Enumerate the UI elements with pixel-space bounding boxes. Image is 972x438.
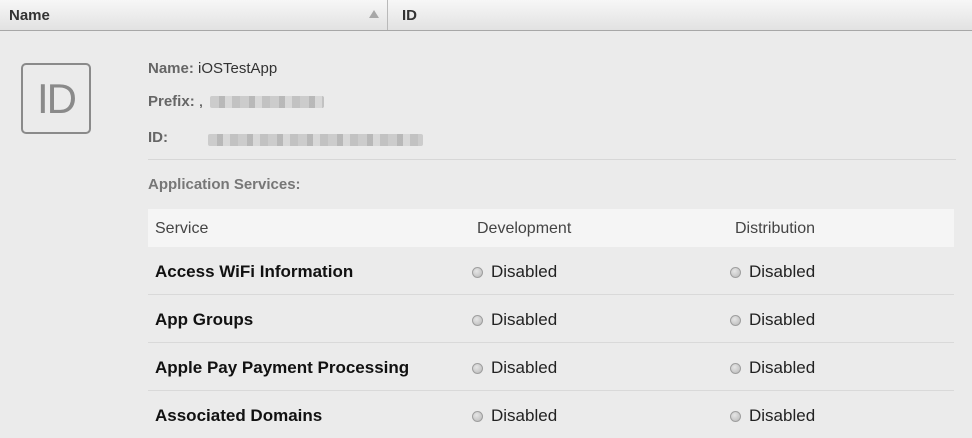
disabled-status-icon: [472, 411, 483, 422]
app-name-row: Name: iOSTestApp: [148, 60, 277, 77]
distribution-status: Disabled: [730, 262, 815, 282]
table-row: App Groups Disabled Disabled: [148, 295, 954, 343]
section-divider: [148, 159, 956, 160]
development-status-text: Disabled: [491, 310, 558, 329]
services-table: Service Development Distribution Access …: [148, 209, 954, 438]
disabled-status-icon: [730, 267, 741, 278]
app-id-label: ID:: [148, 129, 168, 146]
app-name-label: Name:: [148, 60, 194, 77]
development-status-text: Disabled: [491, 358, 558, 377]
development-status: Disabled: [472, 262, 557, 282]
development-status: Disabled: [472, 310, 557, 330]
service-name: Associated Domains: [155, 406, 323, 425]
app-id-icon: ID: [21, 63, 91, 134]
disabled-status-icon: [472, 267, 483, 278]
distribution-status-text: Disabled: [749, 310, 816, 329]
id-column-label: ID: [402, 7, 417, 24]
sort-ascending-icon: [369, 10, 379, 18]
table-header-bar: Name ID: [0, 0, 972, 31]
service-name: Access WiFi Information: [155, 262, 354, 281]
distribution-column-header: Distribution: [735, 220, 816, 237]
service-name: App Groups: [155, 310, 254, 329]
name-column-header[interactable]: Name: [0, 0, 388, 30]
development-status: Disabled: [472, 406, 557, 426]
id-column-header[interactable]: ID: [389, 0, 972, 30]
table-row: Access WiFi Information Disabled Disable…: [148, 247, 954, 295]
disabled-status-icon: [730, 315, 741, 326]
service-name: Apple Pay Payment Processing: [155, 358, 410, 377]
redacted-id-value: [208, 134, 423, 146]
distribution-status: Disabled: [730, 406, 815, 426]
development-column-header: Development: [477, 220, 572, 237]
name-column-label: Name: [9, 7, 50, 24]
services-table-header: Service Development Distribution: [148, 209, 954, 247]
development-status-text: Disabled: [491, 262, 558, 281]
disabled-status-icon: [730, 411, 741, 422]
service-column-header: Service: [155, 220, 209, 237]
app-prefix-label: Prefix:: [148, 93, 195, 110]
development-status-text: Disabled: [491, 406, 558, 425]
distribution-status-text: Disabled: [749, 262, 816, 281]
disabled-status-icon: [472, 315, 483, 326]
redacted-prefix-value: [210, 96, 324, 108]
app-id-row: ID:: [148, 129, 168, 146]
table-row: Associated Domains Disabled Disabled: [148, 391, 954, 438]
development-status: Disabled: [472, 358, 557, 378]
app-prefix-row: Prefix: ,: [148, 93, 203, 110]
disabled-status-icon: [472, 363, 483, 374]
distribution-status-text: Disabled: [749, 406, 816, 425]
distribution-status-text: Disabled: [749, 358, 816, 377]
table-row: Apple Pay Payment Processing Disabled Di…: [148, 343, 954, 391]
distribution-status: Disabled: [730, 358, 815, 378]
application-services-title: Application Services:: [148, 176, 301, 193]
app-name-value: iOSTestApp: [198, 60, 278, 77]
disabled-status-icon: [730, 363, 741, 374]
distribution-status: Disabled: [730, 310, 815, 330]
app-prefix-value: ,: [198, 93, 204, 110]
